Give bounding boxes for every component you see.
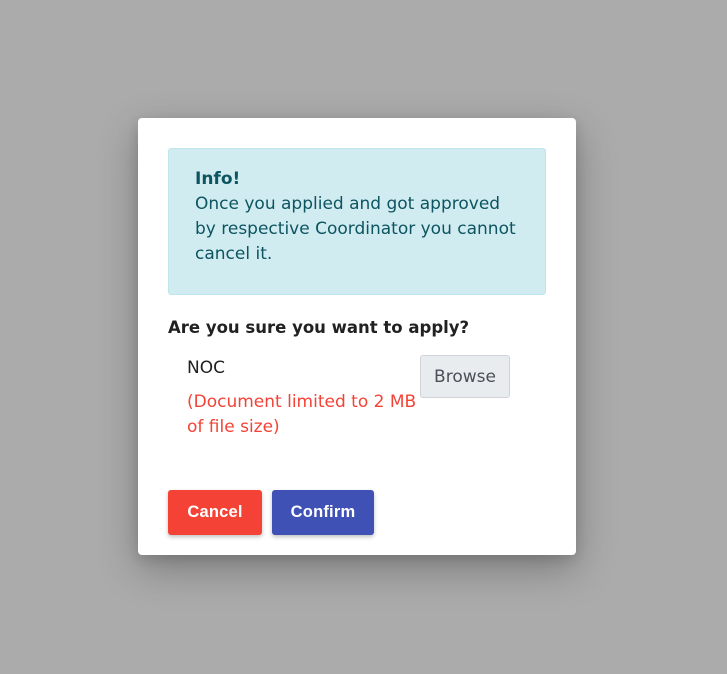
document-label: NOC <box>187 358 225 378</box>
info-alert: Info! Once you applied and got approved … <box>168 148 546 295</box>
confirmation-question: Are you sure you want to apply? <box>168 318 470 337</box>
apply-confirmation-dialog: Info! Once you applied and got approved … <box>138 118 576 555</box>
document-size-note: (Document limited to 2 MB of file size) <box>187 392 417 437</box>
browse-button[interactable]: Browse <box>420 355 510 398</box>
confirm-button[interactable]: Confirm <box>272 490 374 535</box>
info-alert-message: Once you applied and got approved by res… <box>195 194 516 264</box>
cancel-button[interactable]: Cancel <box>168 490 262 535</box>
info-alert-title: Info! <box>195 169 241 189</box>
